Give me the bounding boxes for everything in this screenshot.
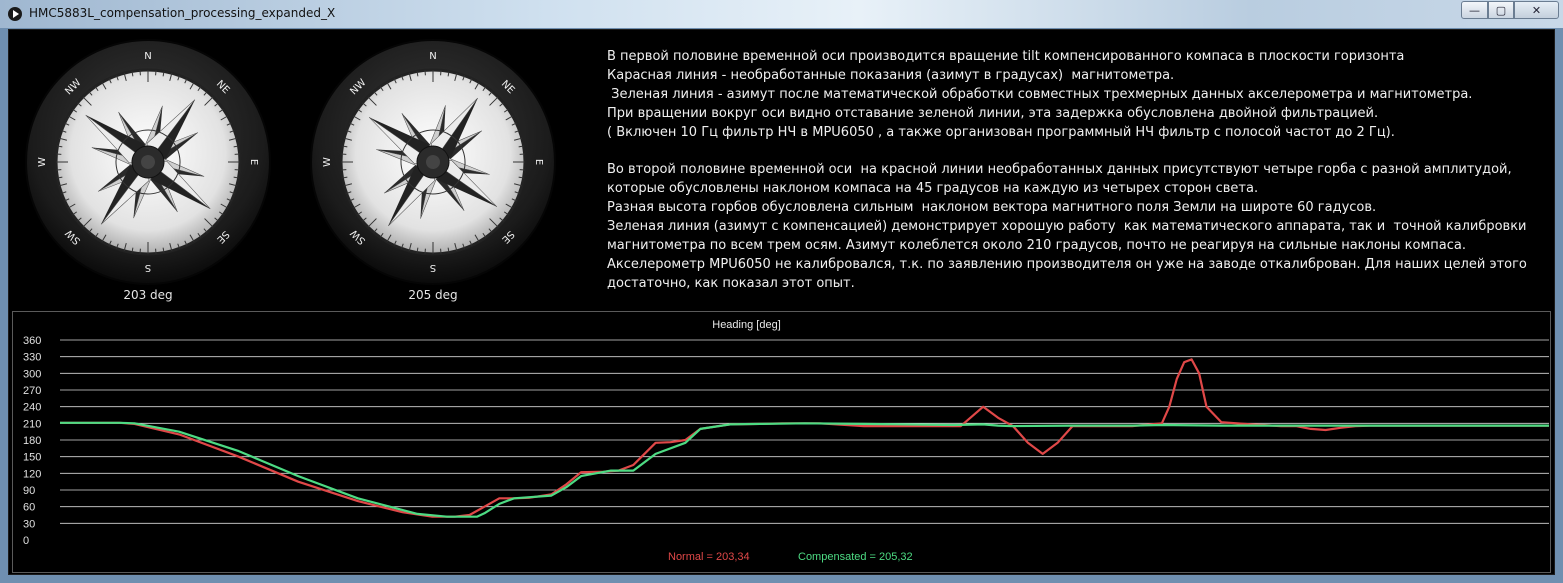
description-text: В первой половине временной оси производ… [607, 48, 1547, 294]
description-line: которые обусловлены наклоном компаса на … [607, 181, 1259, 197]
chart-title: Heading [deg] [712, 319, 781, 331]
maximize-button[interactable]: ▢ [1488, 1, 1514, 19]
compass-normal-readout: 203 deg [123, 288, 173, 302]
description-line: Во второй половине временной оси на крас… [607, 162, 1512, 178]
compass-cardinal-label: N [429, 51, 436, 62]
y-tick-label: 270 [23, 385, 41, 397]
y-tick-label: 360 [23, 335, 41, 347]
description-line: В первой половине временной оси производ… [607, 49, 1405, 64]
description-line: ( Включен 10 Гц фильтр НЧ в MPU6050 , а … [607, 124, 1395, 140]
y-tick-label: 60 [23, 502, 35, 514]
description-line: Карасная линия - необработанные показани… [607, 67, 1175, 83]
minimize-button[interactable]: — [1461, 1, 1488, 19]
compass-compensated: NNEESESSWWNW [310, 39, 556, 285]
app-window: HMC5883L_compensation_processing_expande… [0, 0, 1563, 583]
compass-cardinal-label: W [37, 157, 48, 167]
y-tick-label: 180 [23, 435, 41, 447]
heading-chart: Heading [deg] 0 30 60 90 120 150 180 210 240 270 30… [12, 311, 1551, 573]
description-line: Зеленая линия - азимут после математичес… [607, 86, 1473, 102]
legend-entry: Normal = 203,34 [668, 551, 750, 563]
y-tick-label: 90 [23, 485, 35, 497]
compass-normal: NNEESESSWWNW [25, 39, 271, 285]
y-tick-label: 120 [23, 468, 41, 480]
y-tick-label: 30 [23, 518, 35, 530]
description-line: При вращении вокруг оси видно отставание… [607, 105, 1379, 121]
compass-cardinal-label: S [430, 262, 436, 273]
legend-entry: Compensated = 205,32 [798, 551, 913, 563]
compass-compensated-readout: 205 deg [408, 288, 458, 302]
description-line: Акселерометр MPU6050 не калибровался, т.… [607, 256, 1527, 272]
description-line: Зеленая линия (азимут с компенсацией) де… [607, 219, 1527, 235]
description-line: достаточно, как показал этот опыт. [607, 275, 855, 291]
description-line: магнитометра по всем трем осям. Азимут к… [607, 238, 1466, 254]
window-controls: — ▢ ✕ [1461, 1, 1559, 20]
y-tick-label: 210 [23, 418, 41, 430]
y-tick-label: 240 [23, 402, 41, 414]
compass-cardinal-label: W [322, 157, 333, 167]
app-icon[interactable] [8, 7, 22, 21]
compass-cardinal-label: S [145, 262, 151, 273]
heading-chart-svg: Heading [deg] 0 30 60 90 120 150 180 210 240 270 30… [13, 312, 1550, 572]
close-button[interactable]: ✕ [1514, 1, 1559, 19]
y-tick-label: 150 [23, 452, 41, 464]
window-title: HMC5883L_compensation_processing_expande… [29, 6, 336, 20]
y-tick-label: 300 [23, 368, 41, 380]
compass-cardinal-label: E [533, 159, 544, 165]
description-line: Разная высота горбов обусловлена сильным… [607, 200, 1377, 216]
compass-cardinal-label: N [144, 51, 151, 62]
y-tick-label: 330 [23, 352, 41, 364]
chart-background [13, 312, 1550, 572]
client-area: N NE E SE S SW W NW 203 deg N NE E SE S SW W NW 205 de… [8, 29, 1555, 575]
compass-cardinal-label: E [248, 159, 259, 165]
title-bar[interactable]: HMC5883L_compensation_processing_expande… [0, 0, 1563, 28]
description-line [607, 143, 1547, 162]
y-tick-label: 0 [23, 535, 29, 547]
